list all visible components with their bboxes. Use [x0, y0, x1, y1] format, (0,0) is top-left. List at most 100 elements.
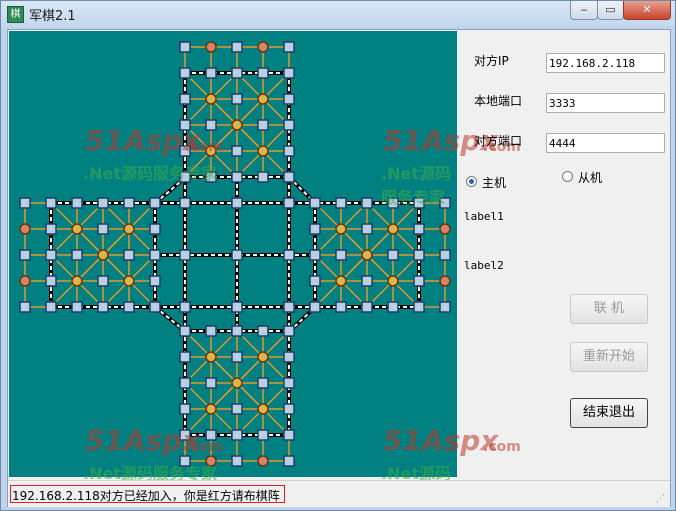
board-camp[interactable] — [257, 403, 269, 415]
board-post[interactable] — [97, 301, 109, 313]
board-post[interactable] — [439, 249, 451, 261]
board-post[interactable] — [231, 171, 243, 183]
board-post[interactable] — [19, 197, 31, 209]
board-post[interactable] — [387, 249, 399, 261]
board-post[interactable] — [179, 119, 191, 131]
board-post[interactable] — [283, 145, 295, 157]
host-radio-label[interactable]: 主机 — [482, 174, 506, 191]
board-camp[interactable] — [71, 275, 83, 287]
client-radio[interactable] — [562, 171, 573, 182]
board-headquarters[interactable] — [439, 275, 451, 287]
board-post[interactable] — [231, 197, 243, 209]
board-camp[interactable] — [231, 119, 243, 131]
board-post[interactable] — [149, 249, 161, 261]
board-post[interactable] — [205, 119, 217, 131]
board-post[interactable] — [45, 275, 57, 287]
board-post[interactable] — [283, 377, 295, 389]
connect-button[interactable]: 联 机 — [570, 294, 648, 324]
board-post[interactable] — [257, 171, 269, 183]
board-post[interactable] — [231, 455, 243, 467]
board-camp[interactable] — [71, 223, 83, 235]
board-post[interactable] — [283, 93, 295, 105]
board-post[interactable] — [309, 301, 321, 313]
board-post[interactable] — [283, 403, 295, 415]
client-radio-label[interactable]: 从机 — [578, 169, 602, 186]
board-post[interactable] — [257, 325, 269, 337]
board-post[interactable] — [179, 351, 191, 363]
board-post[interactable] — [231, 301, 243, 313]
board-camp[interactable] — [231, 377, 243, 389]
board-post[interactable] — [179, 171, 191, 183]
minimize-button[interactable]: ‒ — [570, 1, 598, 20]
board-camp[interactable] — [387, 223, 399, 235]
board-post[interactable] — [283, 171, 295, 183]
board-post[interactable] — [179, 429, 191, 441]
title-bar[interactable]: 棋 军棋2.1 ‒ ▭ ✕ — [1, 1, 675, 27]
board-post[interactable] — [231, 429, 243, 441]
board-camp[interactable] — [257, 93, 269, 105]
board-post[interactable] — [45, 223, 57, 235]
close-button[interactable]: ✕ — [623, 1, 671, 20]
board-post[interactable] — [413, 275, 425, 287]
board-post[interactable] — [45, 197, 57, 209]
board-post[interactable] — [309, 223, 321, 235]
board-headquarters[interactable] — [19, 275, 31, 287]
board-post[interactable] — [123, 197, 135, 209]
board-post[interactable] — [45, 249, 57, 261]
board-post[interactable] — [179, 249, 191, 261]
board-post[interactable] — [283, 197, 295, 209]
board-camp[interactable] — [361, 249, 373, 261]
board-camp[interactable] — [335, 223, 347, 235]
board-post[interactable] — [413, 197, 425, 209]
board-post[interactable] — [361, 301, 373, 313]
restart-button[interactable]: 重新开始 — [570, 342, 648, 372]
board-post[interactable] — [205, 325, 217, 337]
board-post[interactable] — [283, 67, 295, 79]
board-camp[interactable] — [123, 275, 135, 287]
board-post[interactable] — [283, 429, 295, 441]
board-post[interactable] — [71, 301, 83, 313]
board-post[interactable] — [205, 67, 217, 79]
board-post[interactable] — [231, 67, 243, 79]
board-post[interactable] — [179, 145, 191, 157]
board-post[interactable] — [283, 455, 295, 467]
board-headquarters[interactable] — [205, 455, 217, 467]
board-post[interactable] — [361, 223, 373, 235]
local-port-input[interactable]: 3333 — [546, 93, 665, 113]
board-post[interactable] — [179, 403, 191, 415]
board-post[interactable] — [205, 377, 217, 389]
board-camp[interactable] — [205, 93, 217, 105]
board-camp[interactable] — [97, 249, 109, 261]
board-post[interactable] — [257, 67, 269, 79]
board-post[interactable] — [283, 351, 295, 363]
board-post[interactable] — [439, 301, 451, 313]
board-post[interactable] — [179, 301, 191, 313]
board-post[interactable] — [283, 301, 295, 313]
board-post[interactable] — [123, 249, 135, 261]
board-post[interactable] — [179, 455, 191, 467]
board-post[interactable] — [361, 275, 373, 287]
board-post[interactable] — [19, 249, 31, 261]
board-post[interactable] — [309, 197, 321, 209]
board-camp[interactable] — [257, 145, 269, 157]
board-post[interactable] — [439, 197, 451, 209]
board-camp[interactable] — [205, 351, 217, 363]
board-post[interactable] — [19, 301, 31, 313]
board-post[interactable] — [413, 301, 425, 313]
board-post[interactable] — [179, 41, 191, 53]
board-grid[interactable] — [9, 31, 457, 477]
board-post[interactable] — [205, 429, 217, 441]
board-camp[interactable] — [205, 145, 217, 157]
board-headquarters[interactable] — [257, 41, 269, 53]
board-post[interactable] — [335, 249, 347, 261]
board-post[interactable] — [387, 301, 399, 313]
host-radio[interactable] — [466, 176, 477, 187]
board-post[interactable] — [231, 249, 243, 261]
board-post[interactable] — [257, 429, 269, 441]
board-headquarters[interactable] — [257, 455, 269, 467]
board-post[interactable] — [309, 249, 321, 261]
board-post[interactable] — [97, 275, 109, 287]
board-post[interactable] — [231, 403, 243, 415]
board-camp[interactable] — [205, 403, 217, 415]
board-post[interactable] — [205, 171, 217, 183]
